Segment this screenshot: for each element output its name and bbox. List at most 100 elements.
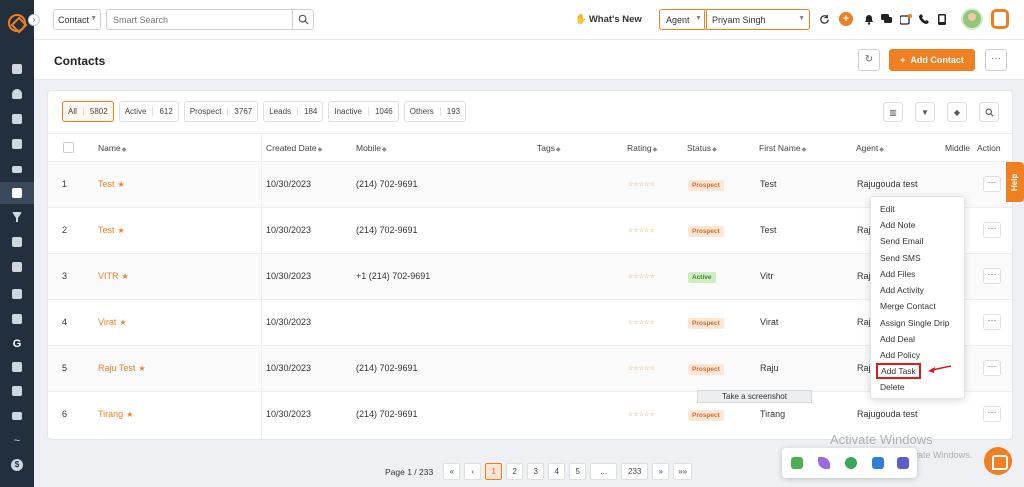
table-row[interactable]: 5 Raju Test ★ 10/30/2023 (214) 702-9691 ☆… (48, 346, 1012, 392)
search-button[interactable] (292, 9, 314, 30)
menu-item-merge-contact[interactable]: Merge Contact (880, 301, 936, 311)
menu-item-edit[interactable]: Edit (880, 204, 895, 214)
sidebar-item-calendar-list[interactable] (0, 256, 34, 278)
refresh-icon[interactable] (818, 13, 830, 25)
contact-name-link[interactable]: Virat ★ (98, 317, 127, 327)
app-brand-icon[interactable] (991, 9, 1009, 29)
row-action-button[interactable]: ··· (983, 176, 1001, 192)
contact-name-link[interactable]: Raju Test ★ (98, 363, 146, 373)
feather-icon[interactable] (818, 457, 830, 469)
col-middle[interactable]: Middle (945, 143, 970, 153)
star-icon[interactable]: ★ (122, 272, 129, 281)
row-action-button[interactable]: ··· (983, 222, 1001, 238)
contact-name-link[interactable]: Test ★ (98, 225, 125, 235)
page-button-3[interactable]: 3 (527, 463, 545, 480)
table-row[interactable]: 2 Test ★ 10/30/2023 (214) 702-9691 ☆☆☆☆☆ … (48, 208, 1012, 254)
chat-icon[interactable] (880, 13, 892, 25)
star-icon[interactable]: ★ (138, 364, 145, 373)
brand-logo-icon[interactable] (8, 14, 26, 32)
col-mobile[interactable]: Mobile◆ (356, 143, 387, 153)
support-chat-button[interactable] (984, 447, 1012, 475)
menu-item-delete[interactable]: Delete (880, 382, 905, 392)
table-row[interactable]: 4 Virat ★ 10/30/2023 ☆☆☆☆☆ Prospect Virat… (48, 300, 1012, 346)
last-page-button[interactable]: »» (673, 463, 693, 480)
mobile-icon[interactable] (936, 13, 948, 25)
menu-item-send-email[interactable]: Send Email (880, 236, 923, 246)
menu-item-add-activity[interactable]: Add Activity (880, 285, 924, 295)
table-row[interactable]: 1 Test ★ 10/30/2023 (214) 702-9691 ☆☆☆☆☆ … (48, 162, 1012, 208)
page-button-2[interactable]: 2 (506, 463, 524, 480)
sidebar-item-calendar[interactable] (0, 380, 34, 402)
sidebar-item-reports[interactable] (0, 283, 34, 305)
recycle-icon[interactable] (845, 457, 857, 469)
row-action-button[interactable]: ··· (983, 268, 1001, 284)
col-created-date[interactable]: Created Date◆ (266, 143, 322, 153)
col-agent[interactable]: Agent◆ (856, 143, 884, 153)
page-button-5[interactable]: 5 (569, 463, 587, 480)
quick-add-button[interactable]: + (839, 12, 853, 26)
next-page-button[interactable]: » (652, 463, 670, 480)
mobile-number[interactable]: +1 (214) 702-9691 (356, 271, 430, 281)
prev-page-button[interactable]: ‹ (464, 463, 482, 480)
tags-button[interactable]: ◆ (947, 102, 967, 122)
sidebar-item-folders[interactable] (0, 308, 34, 330)
shield-check-icon[interactable] (791, 457, 803, 469)
rating-stars[interactable]: ☆☆☆☆☆ (628, 319, 655, 326)
filter-prospect[interactable]: Prospect 3767 (183, 101, 259, 122)
col-rating[interactable]: Rating◆ (627, 143, 657, 153)
select-all-checkbox[interactable] (63, 142, 74, 153)
sidebar-item-dashboard[interactable] (0, 58, 34, 80)
notifications-icon[interactable] (900, 13, 912, 25)
sidebar-item-documents[interactable] (0, 108, 34, 130)
mobile-number[interactable]: (214) 702-9691 (356, 179, 418, 189)
rating-stars[interactable]: ☆☆☆☆☆ (628, 273, 655, 280)
menu-item-add-deal[interactable]: Add Deal (880, 334, 915, 344)
row-action-button[interactable]: ··· (983, 360, 1001, 376)
page-button-last[interactable]: 233 (621, 463, 649, 480)
col-status[interactable]: Status◆ (687, 143, 717, 153)
page-button-1[interactable]: 1 (485, 463, 503, 480)
menu-item-send-sms[interactable]: Send SMS (880, 253, 921, 263)
sidebar-item-notes[interactable] (0, 133, 34, 155)
star-icon[interactable]: ★ (118, 226, 125, 235)
sidebar-item-billing[interactable]: $ (0, 454, 34, 476)
user-select[interactable]: Priyam Singh ▼ (704, 9, 810, 30)
columns-button[interactable]: ▥ (883, 102, 903, 122)
sidebar-item-list[interactable] (0, 158, 34, 180)
rating-stars[interactable]: ☆☆☆☆☆ (628, 365, 655, 372)
rating-stars[interactable]: ☆☆☆☆☆ (628, 411, 655, 418)
sidebar-toggle-icon[interactable]: › (28, 14, 40, 26)
help-tab[interactable]: Help (1006, 162, 1024, 202)
star-icon[interactable]: ★ (126, 410, 133, 419)
more-options-button[interactable]: ··· (985, 49, 1007, 71)
mobile-number[interactable]: (214) 702-9691 (356, 363, 418, 373)
page-button-4[interactable]: 4 (548, 463, 566, 480)
menu-item-add-task[interactable]: Add Task (876, 363, 921, 379)
role-select[interactable]: Agent ▼ (659, 9, 707, 30)
first-page-button[interactable]: « (443, 463, 461, 480)
col-name[interactable]: Name◆ (98, 143, 126, 153)
sidebar-item-files[interactable] (0, 356, 34, 378)
menu-item-add-note[interactable]: Add Note (880, 220, 915, 230)
table-search-button[interactable] (979, 102, 999, 122)
filter-leads[interactable]: Leads 184 (263, 101, 324, 122)
contact-name-link[interactable]: Tirang ★ (98, 409, 133, 419)
teams-icon[interactable] (897, 457, 909, 469)
sidebar-item-contacts[interactable] (0, 182, 34, 204)
sidebar-item-users[interactable] (0, 83, 34, 105)
sidebar-item-email[interactable] (0, 405, 34, 427)
menu-item-assign-single-drip[interactable]: Assign Single Drip (880, 318, 949, 328)
refresh-button[interactable]: ↻ (858, 49, 880, 71)
star-icon[interactable]: ★ (119, 318, 126, 327)
sidebar-item-signature[interactable]: ~ (0, 430, 34, 452)
row-action-button[interactable]: ··· (983, 314, 1001, 330)
rating-stars[interactable]: ☆☆☆☆☆ (628, 227, 655, 234)
col-first-name[interactable]: First Name◆ (759, 143, 806, 153)
contact-name-link[interactable]: VITR ★ (98, 271, 129, 281)
mobile-number[interactable]: (214) 702-9691 (356, 225, 418, 235)
star-icon[interactable]: ★ (118, 180, 125, 189)
mobile-number[interactable]: (214) 702-9691 (356, 409, 418, 419)
search-input[interactable] (106, 9, 293, 30)
bell-icon[interactable] (863, 13, 875, 25)
table-row[interactable]: 3 VITR ★ 10/30/2023 +1 (214) 702-9691 ☆☆☆… (48, 254, 1012, 300)
